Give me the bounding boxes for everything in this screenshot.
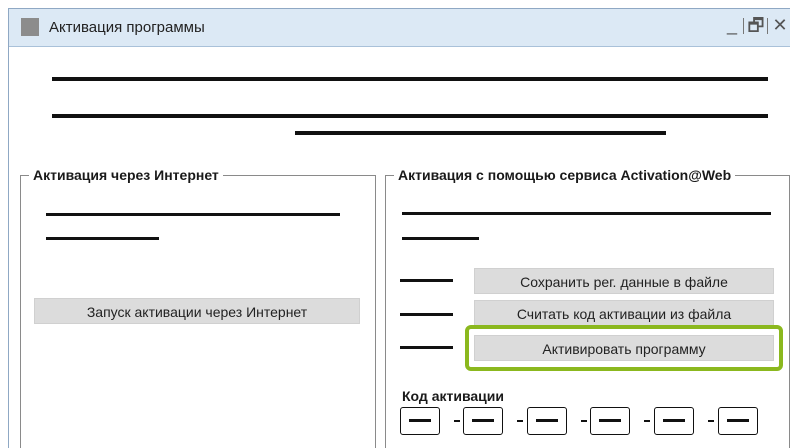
redacted-text-line [400,279,453,282]
activate-program-button[interactable]: Активировать программу [474,335,774,361]
group-legend: Активация с помощью сервиса Activation@W… [394,167,736,183]
redacted-text-line [52,77,768,81]
window-title: Активация программы [49,19,205,36]
code-separator [708,420,714,422]
code-separator [454,420,460,422]
redacted-text-line [400,346,453,349]
minimize-icon[interactable]: _ [721,14,743,38]
code-separator [517,420,523,422]
activation-code-label: Код активации [402,388,504,404]
redacted-text-line [402,212,771,215]
activation-code-field[interactable] [527,407,567,435]
redacted-text-line [295,131,666,135]
group-legend: Активация через Интернет [29,167,223,183]
activation-code-field[interactable] [463,407,503,435]
close-icon[interactable]: ✕ [769,14,790,38]
title-bar: Активация программы _ 🗗 ✕ [9,9,790,47]
code-separator [581,420,587,422]
activation-code-field[interactable] [718,407,758,435]
read-activation-code-button[interactable]: Считать код активации из файла [474,300,774,326]
redacted-text-line [52,114,768,118]
redacted-text-line [402,237,479,240]
start-internet-activation-button[interactable]: Запуск активации через Интернет [34,298,360,324]
activation-code-field[interactable] [590,407,630,435]
restore-icon[interactable]: 🗗 [745,14,767,38]
control-divider [743,18,744,34]
app-icon [21,18,39,36]
code-separator [644,420,650,422]
activation-code-field[interactable] [400,407,440,435]
redacted-text-line [46,237,159,240]
activation-code-field[interactable] [654,407,694,435]
redacted-text-line [400,313,453,316]
control-divider [767,18,768,34]
save-registration-data-button[interactable]: Сохранить рег. данные в файле [474,268,774,294]
redacted-text-line [46,213,340,216]
